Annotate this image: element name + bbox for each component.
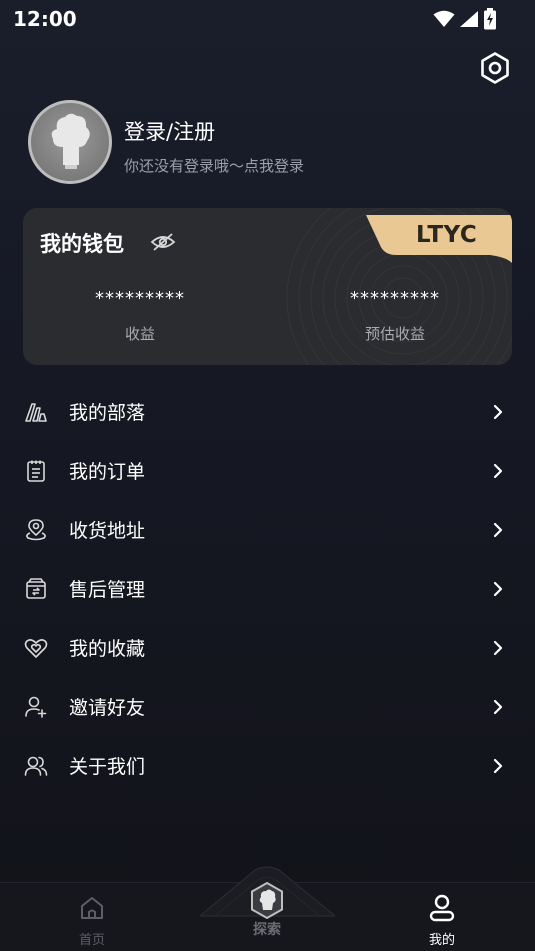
chevron-right-icon [493, 581, 503, 596]
menu-label: 我的部落 [69, 402, 146, 424]
menu-label: 售后管理 [69, 579, 146, 601]
menu-item-about-us[interactable]: 关于我们 [0, 736, 535, 795]
menu-item-favorites[interactable]: 我的收藏 [0, 618, 535, 677]
profile-screen: 12:00 登录/注册 你还没有登录哦～点我登录 我的钱包 LTYC *****… [0, 0, 535, 951]
heart-icon [23, 635, 49, 661]
menu-label: 我的收藏 [69, 638, 146, 660]
chevron-right-icon [493, 758, 503, 773]
estimated-earnings-label: 预估收益 [364, 325, 425, 343]
tab-home-label: 首页 [78, 933, 105, 948]
status-icons [433, 8, 497, 30]
add-user-icon [23, 694, 49, 720]
tab-mine[interactable]: 我的 [382, 883, 502, 951]
menu-label: 关于我们 [69, 756, 146, 778]
chevron-right-icon [493, 463, 503, 478]
tab-explore[interactable]: 探索 [232, 880, 302, 942]
menu-item-invite-friends[interactable]: 邀请好友 [0, 677, 535, 736]
chevron-right-icon [493, 404, 503, 419]
wallet-card[interactable]: 我的钱包 LTYC ********* 收益 ********* 预估收益 [23, 208, 512, 365]
menu-list: 我的部落 我的订单 收货地址 售后管理 我的收藏 邀请好友 关于我们 [0, 382, 535, 795]
tab-home[interactable]: 首页 [32, 883, 152, 951]
tab-explore-label: 探索 [253, 922, 281, 938]
battery-charging-icon [484, 8, 496, 30]
settings-gear-icon [481, 52, 509, 84]
menu-item-after-sales[interactable]: 售后管理 [0, 559, 535, 618]
earnings-block[interactable]: ********* 收益 [40, 288, 240, 344]
location-pin-icon [23, 517, 49, 543]
menu-item-address[interactable]: 收货地址 [0, 500, 535, 559]
signal-icon [460, 11, 478, 27]
earnings-label: 收益 [124, 325, 155, 343]
status-bar: 12:00 [0, 0, 535, 38]
explore-logo-icon [251, 882, 283, 920]
chevron-right-icon [493, 640, 503, 655]
tribe-icon [23, 399, 49, 425]
users-icon [23, 753, 49, 779]
user-icon [429, 894, 455, 922]
earnings-value: ********* [95, 288, 185, 309]
home-icon [81, 897, 103, 919]
estimated-earnings-value: ********* [350, 288, 440, 309]
after-sales-box-icon [23, 576, 49, 602]
chevron-right-icon [493, 699, 503, 714]
menu-label: 我的订单 [69, 461, 146, 483]
chevron-right-icon [493, 522, 503, 537]
tab-mine-label: 我的 [428, 933, 455, 948]
order-list-icon [23, 458, 49, 484]
wifi-icon [433, 10, 455, 27]
menu-label: 邀请好友 [69, 697, 146, 719]
login-register-link[interactable]: 登录/注册 [124, 116, 215, 146]
menu-item-orders[interactable]: 我的订单 [0, 441, 535, 500]
brand-label: LTYC [416, 222, 478, 248]
settings-button[interactable] [476, 49, 514, 87]
wallet-title: 我的钱包 [40, 232, 124, 256]
login-prompt[interactable]: 你还没有登录哦～点我登录 [124, 155, 304, 176]
menu-item-tribe[interactable]: 我的部落 [0, 382, 535, 441]
hide-balance-eye-icon[interactable] [150, 232, 176, 252]
default-avatar-icon [51, 113, 90, 169]
menu-label: 收货地址 [69, 520, 146, 542]
status-time: 12:00 [13, 7, 77, 31]
avatar[interactable] [28, 100, 112, 184]
estimated-earnings-block[interactable]: ********* 预估收益 [295, 288, 495, 344]
